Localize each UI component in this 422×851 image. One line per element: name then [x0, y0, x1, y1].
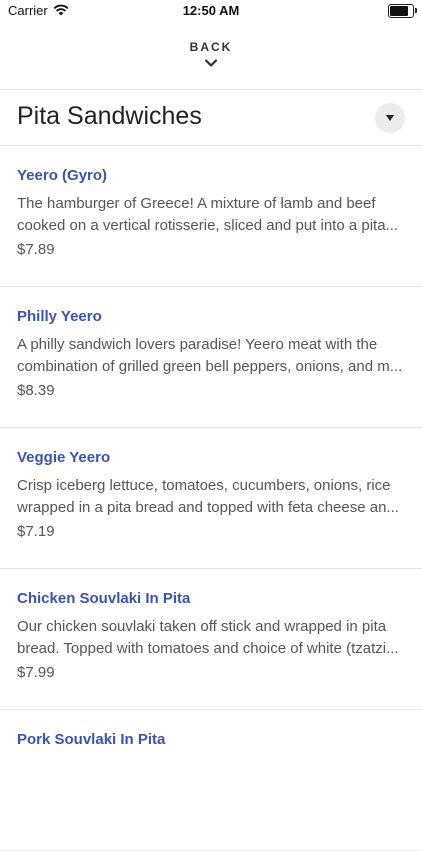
- item-name: Philly Yeero: [17, 308, 102, 325]
- list-item[interactable]: Veggie Yeero Crisp iceberg lettuce, toma…: [0, 428, 422, 569]
- item-price: $8.39: [17, 382, 55, 399]
- item-price: $7.19: [17, 523, 55, 540]
- item-price: $7.89: [17, 241, 55, 258]
- list-item[interactable]: Philly Yeero A philly sandwich lovers pa…: [0, 287, 422, 428]
- item-description: The hamburger of Greece! A mixture of la…: [17, 195, 399, 234]
- menu-item-list: Yeero (Gyro) The hamburger of Greece! A …: [0, 146, 422, 851]
- item-description: Crisp iceberg lettuce, tomatoes, cucumbe…: [17, 477, 399, 516]
- battery-icon: [388, 4, 417, 18]
- list-item[interactable]: Chicken Souvlaki In Pita Our chicken sou…: [0, 569, 422, 710]
- chevron-down-icon: [204, 59, 218, 67]
- page-title: Pita Sandwiches: [17, 102, 202, 130]
- back-label: BACK: [189, 40, 233, 54]
- caret-down-icon: [386, 115, 394, 121]
- item-name: Pork Souvlaki In Pita: [17, 731, 166, 748]
- section-header: Pita Sandwiches: [0, 90, 422, 146]
- item-name: Veggie Yeero: [17, 449, 111, 466]
- back-button[interactable]: BACK: [0, 38, 422, 88]
- section-toggle-button[interactable]: [375, 103, 405, 133]
- status-time: 12:50 AM: [182, 3, 240, 18]
- item-price: $7.99: [17, 664, 55, 681]
- item-description: Our chicken souvlaki taken off stick and…: [17, 618, 399, 657]
- list-item[interactable]: Pork Souvlaki In Pita: [0, 710, 422, 851]
- list-item[interactable]: Yeero (Gyro) The hamburger of Greece! A …: [0, 146, 422, 287]
- item-name: Yeero (Gyro): [17, 167, 108, 184]
- item-description: A philly sandwich lovers paradise! Yeero…: [17, 336, 403, 375]
- item-name: Chicken Souvlaki In Pita: [17, 590, 191, 607]
- status-bar: Carrier 12:50 AM: [0, 0, 422, 22]
